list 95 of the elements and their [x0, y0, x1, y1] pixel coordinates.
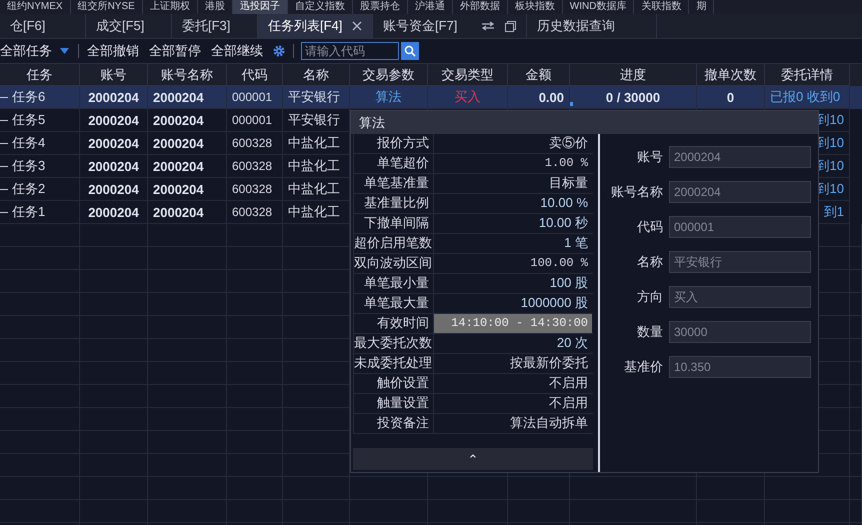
search-button[interactable] [401, 42, 419, 60]
param-label: 下撤单间隔 [354, 214, 434, 233]
readonly-field[interactable]: 000001 [669, 216, 811, 238]
table-row[interactable]: 任务6 2000204 2000204 000001 平安银行 算法 买入 0.00 0 / 30000 0 已报0 收到0 [0, 86, 862, 109]
param-label: 单笔最小量 [354, 274, 434, 293]
param-label: 单笔最大量 [354, 294, 434, 313]
param-value: 10.00 % [539, 194, 589, 212]
field-label: 基准价 [623, 358, 663, 376]
search-icon [404, 45, 416, 57]
table-cell: 2000204 [148, 155, 227, 178]
param-label: 双向波动区间 [354, 254, 434, 273]
table-cell: 2000204 [80, 201, 148, 224]
field-label: 名称 [636, 253, 663, 271]
tab[interactable]: 账号资金[F7] [373, 14, 527, 38]
caret-icon [60, 48, 69, 54]
table-cell: 平安银行 [283, 86, 350, 109]
toolbar-button[interactable]: 全部暂停 [144, 42, 206, 60]
readonly-field[interactable]: 10.350 [669, 356, 811, 378]
table-cell: 600328 [227, 201, 283, 224]
param-value: 10.00 秒 [538, 214, 589, 232]
table-cell: 2000204 [80, 178, 148, 201]
param-value: 不启用 [548, 394, 589, 412]
progress-text: 0 / 30000 [606, 90, 660, 104]
field-label: 账号 [636, 148, 663, 166]
param-value: 100.00 % [529, 255, 589, 272]
param-value: 按最新价委托 [509, 354, 589, 372]
task-name[interactable]: 任务1 [12, 203, 46, 221]
param-value: 14:10:00 - 14:30:00 [434, 314, 592, 333]
param-label: 触价设置 [354, 374, 434, 393]
table-cell: 2000204 [80, 155, 148, 178]
menu-item[interactable]: 迅投因子 [232, 0, 288, 14]
table-cell: 2000204 [80, 109, 148, 132]
readonly-field[interactable]: 2000204 [669, 146, 811, 168]
field-label: 数量 [636, 323, 663, 341]
param-label: 报价方式 [354, 134, 434, 153]
table-cell: 买入 [428, 86, 508, 109]
table-cell: 0 [697, 86, 765, 109]
readonly-field[interactable]: 买入 [669, 286, 811, 308]
table-cell: 600328 [227, 155, 283, 178]
collapse-button[interactable]: ⌃ [353, 448, 593, 470]
param-label: 未成委托处理 [354, 354, 434, 373]
table-cell: 600328 [227, 132, 283, 155]
table-cell: 000001 [227, 86, 283, 109]
restore-window-icon[interactable] [505, 20, 516, 32]
table-cell: 算法 [350, 86, 428, 109]
table-cell: 2000204 [80, 132, 148, 155]
param-value: 卖⑤价 [548, 134, 589, 152]
param-value: 1.00 % [544, 155, 589, 172]
task-name[interactable]: 任务4 [12, 134, 46, 152]
table-cell: 2000204 [148, 132, 227, 155]
tab[interactable]: 成交[F5] [86, 14, 172, 38]
task-name[interactable]: 任务6 [12, 88, 46, 106]
tab[interactable]: 历史数据查询 [527, 14, 657, 38]
param-value: 算法自动拆单 [509, 414, 589, 432]
readonly-field[interactable]: 2000204 [669, 181, 811, 203]
field-label: 方向 [636, 288, 663, 306]
table-cell: 000001 [227, 109, 283, 132]
field-label: 账号名称 [610, 183, 663, 201]
param-value: 1000000 股 [520, 294, 589, 312]
tab[interactable]: 仓[F6] [0, 14, 86, 38]
settings-icon[interactable] [272, 44, 286, 58]
task-name[interactable]: 任务2 [12, 180, 46, 198]
param-label: 单笔基准量 [354, 174, 434, 193]
param-label: 触量设置 [354, 394, 434, 413]
task-name[interactable]: 任务5 [12, 111, 46, 129]
table-cell: 2000204 [148, 178, 227, 201]
param-label: 最大委托次数 [354, 334, 434, 353]
readonly-field[interactable]: 30000 [669, 321, 811, 343]
param-value: 100 股 [548, 274, 589, 292]
table-cell: 已报0 收到0 [765, 86, 850, 109]
search-field[interactable]: 请输入代码 [301, 42, 399, 60]
popup-title: 算法 [351, 111, 818, 134]
param-value: 20 次 [556, 334, 589, 352]
param-value: 不启用 [548, 374, 589, 392]
tab[interactable]: 任务列表[F4] [258, 14, 373, 38]
table-cell: 2000204 [148, 86, 227, 109]
param-label: 单笔超价 [354, 154, 434, 173]
field-label: 代码 [636, 218, 663, 236]
param-label: 投资备注 [354, 414, 434, 433]
table-cell: 2000204 [80, 86, 148, 109]
table-cell: 2000204 [148, 201, 227, 224]
table-cell: 2000204 [148, 109, 227, 132]
param-label: 超价启用笔数 [354, 234, 434, 253]
toolbar-button[interactable]: 全部撤销 [82, 42, 144, 60]
swap-arrows-icon[interactable] [481, 21, 495, 31]
task-name[interactable]: 任务3 [12, 157, 46, 175]
toolbar-button[interactable]: 全部继续 [206, 42, 268, 60]
close-icon[interactable] [352, 21, 362, 31]
readonly-field[interactable]: 平安银行 [669, 251, 811, 273]
task-filter-dropdown[interactable]: 全部任务 [0, 42, 75, 60]
table-cell: 0.00 [508, 86, 570, 109]
param-label: 基准量比例 [354, 194, 434, 213]
param-value: 目标量 [548, 174, 589, 192]
param-value: 1 笔 [563, 234, 589, 252]
table-cell: 600328 [227, 178, 283, 201]
